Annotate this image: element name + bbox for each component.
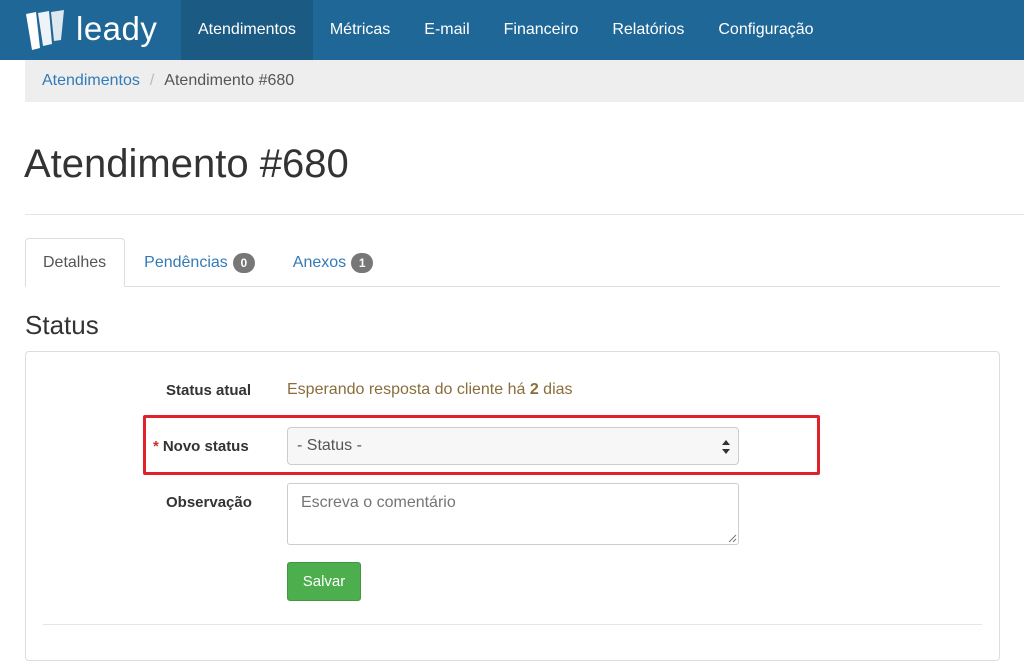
nav-item-atendimentos[interactable]: Atendimentos	[181, 0, 313, 60]
nav-item-relatorios[interactable]: Relatórios	[595, 0, 701, 60]
note-textarea[interactable]	[287, 483, 739, 545]
tab-pendencias[interactable]: Pendências 0	[125, 238, 274, 287]
new-status-label: * Novo status	[153, 438, 249, 455]
tab-bar: Detalhes Pendências 0 Anexos 1	[25, 238, 1000, 287]
brand-name: leady	[76, 10, 158, 47]
leady-logo-icon	[24, 8, 70, 52]
breadcrumb-separator: /	[149, 72, 155, 89]
new-status-selected-value: - Status -	[297, 437, 362, 454]
nav-item-configuracao[interactable]: Configuração	[701, 0, 830, 60]
current-status-value: Esperando resposta do cliente há 2 dias	[287, 381, 573, 399]
main-menu: Atendimentos Métricas E-mail Financeiro …	[181, 0, 831, 60]
new-status-label-text: Novo status	[162, 438, 249, 455]
tab-anexos-label: Anexos	[292, 253, 347, 271]
breadcrumb-link-atendimentos[interactable]: Atendimentos	[42, 72, 140, 90]
panel-divider	[43, 624, 982, 625]
new-status-select[interactable]: - Status -	[287, 427, 739, 465]
note-label: Observação	[166, 494, 252, 511]
select-arrows-icon	[722, 440, 730, 454]
resize-grip-icon[interactable]	[727, 533, 737, 543]
current-status-prefix: Esperando resposta do cliente há	[287, 381, 530, 398]
tab-pendencias-label: Pendências	[144, 253, 228, 271]
page-title: Atendimento #680	[24, 142, 349, 186]
tab-detalhes[interactable]: Detalhes	[25, 238, 126, 287]
nav-item-metricas[interactable]: Métricas	[313, 0, 407, 60]
required-marker: *	[153, 438, 159, 455]
tab-anexos[interactable]: Anexos 1	[274, 238, 392, 287]
section-title-status: Status	[25, 310, 99, 340]
breadcrumb-current: Atendimento #680	[164, 72, 295, 89]
tab-detalhes-label: Detalhes	[43, 253, 107, 271]
save-button[interactable]: Salvar	[287, 562, 361, 601]
nav-item-financeiro[interactable]: Financeiro	[487, 0, 596, 60]
anexos-count-badge: 1	[351, 252, 374, 273]
breadcrumb: Atendimentos / Atendimento #680	[25, 60, 1024, 102]
title-divider	[25, 214, 1024, 215]
status-panel: Status atual Esperando resposta do clien…	[25, 351, 1000, 661]
nav-item-email[interactable]: E-mail	[407, 0, 486, 60]
pendencias-count-badge: 0	[232, 252, 255, 273]
current-status-label: Status atual	[166, 382, 252, 399]
current-status-suffix: dias	[538, 381, 573, 398]
top-navbar: leady Atendimentos Métricas E-mail Finan…	[0, 0, 1024, 60]
current-status-days: 2	[529, 381, 539, 398]
brand[interactable]: leady	[0, 0, 181, 60]
